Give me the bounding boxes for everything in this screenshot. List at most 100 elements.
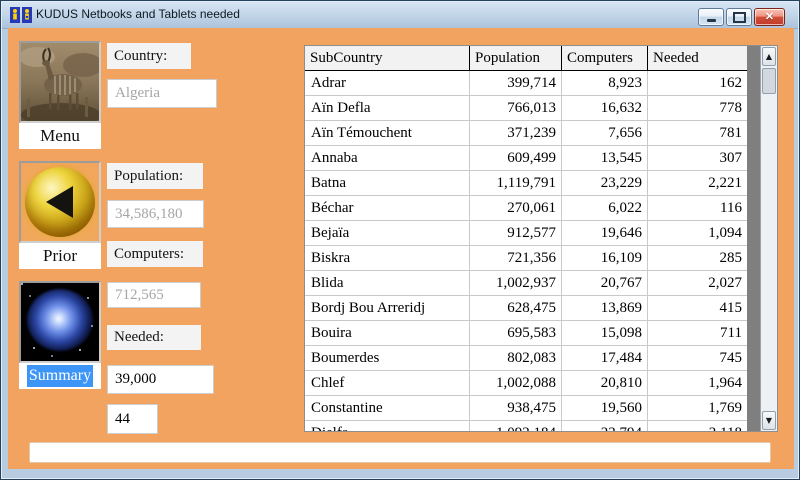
scrollbar-thumb[interactable] [762, 68, 776, 94]
menu-button[interactable]: Menu [19, 41, 101, 149]
table-row[interactable]: Bejaïa912,57719,6461,094 [305, 221, 748, 246]
country-field[interactable]: Algeria [107, 79, 217, 108]
table-row[interactable]: Djelfa1,092,18422,7942,118 [305, 421, 748, 431]
maximize-icon [733, 12, 746, 23]
minimize-icon [707, 19, 716, 22]
table-cell: 371,239 [470, 121, 562, 145]
table-row[interactable]: Aïn Defla766,01316,632778 [305, 96, 748, 121]
subcountry-count-field[interactable]: 44 [107, 404, 158, 434]
computers-label: Computers: [107, 241, 203, 267]
computers-field[interactable]: 712,565 [107, 282, 201, 308]
table-cell: 1,964 [648, 371, 748, 395]
subcountry-table[interactable]: SubCountry Population Computers Needed A… [304, 45, 778, 432]
back-arrow-icon [46, 186, 73, 218]
status-field[interactable] [29, 442, 771, 463]
back-orb-image [19, 161, 101, 243]
table-cell: 285 [648, 246, 748, 270]
client-area: Menu Prior Summary Country: Algeria Popu… [8, 28, 794, 469]
needed-field[interactable]: 39,000 [107, 365, 214, 394]
table-row[interactable]: Béchar270,0616,022116 [305, 196, 748, 221]
column-header-subcountry[interactable]: SubCountry [305, 46, 470, 70]
table-cell: 307 [648, 146, 748, 170]
table-row[interactable]: Batna1,119,79123,2292,221 [305, 171, 748, 196]
table-cell: 7,656 [562, 121, 648, 145]
table-cell: 13,869 [562, 296, 648, 320]
galaxy-image [19, 281, 101, 363]
table-row[interactable]: Bordj Bou Arreridj628,47513,869415 [305, 296, 748, 321]
column-header-computers[interactable]: Computers [562, 46, 648, 70]
table-cell: 415 [648, 296, 748, 320]
table-cell: 912,577 [470, 221, 562, 245]
table-cell: 13,545 [562, 146, 648, 170]
maximize-button[interactable] [726, 8, 752, 26]
table-cell: Boumerdes [305, 346, 470, 370]
table-cell: Annaba [305, 146, 470, 170]
table-cell: 2,221 [648, 171, 748, 195]
gold-orb-icon [25, 167, 95, 237]
table-row[interactable]: Constantine938,47519,5601,769 [305, 396, 748, 421]
summary-button-label-box: Summary [19, 363, 101, 389]
table-cell: 16,632 [562, 96, 648, 120]
table-row[interactable]: Boumerdes802,08317,484745 [305, 346, 748, 371]
table-cell: 8,923 [562, 71, 648, 95]
table-cell: 16,109 [562, 246, 648, 270]
table-cell: 1,119,791 [470, 171, 562, 195]
table-row[interactable]: Chlef1,002,08820,8101,964 [305, 371, 748, 396]
table-row[interactable]: Annaba609,49913,545307 [305, 146, 748, 171]
table-cell: Adrar [305, 71, 470, 95]
scroll-up-button[interactable]: ▲ [762, 47, 776, 66]
table-cell: 23,229 [562, 171, 648, 195]
close-icon: ✕ [765, 9, 774, 25]
table-row[interactable]: Aïn Témouchent371,2397,656781 [305, 121, 748, 146]
table-row[interactable]: Blida1,002,93720,7672,027 [305, 271, 748, 296]
table-cell: 1,092,184 [470, 421, 562, 431]
summary-button[interactable]: Summary [19, 281, 101, 389]
table-cell: 2,118 [648, 421, 748, 431]
menu-button-label: Menu [19, 123, 101, 149]
table-cell: 19,560 [562, 396, 648, 420]
minimize-button[interactable] [698, 8, 724, 26]
prior-button[interactable]: Prior [19, 161, 101, 269]
table-body: Adrar399,7148,923162Aïn Defla766,01316,6… [305, 71, 748, 431]
vertical-scrollbar[interactable]: ▲ ▼ [760, 46, 777, 431]
table-cell: 270,061 [470, 196, 562, 220]
table-cell: Bouira [305, 321, 470, 345]
table-cell: Aïn Defla [305, 96, 470, 120]
nebula-glow [27, 289, 93, 351]
table-cell: 116 [648, 196, 748, 220]
column-header-needed[interactable]: Needed [648, 46, 748, 70]
table-row[interactable]: Biskra721,35616,109285 [305, 246, 748, 271]
app-icon [10, 7, 32, 23]
table-cell: 781 [648, 121, 748, 145]
table-header-row: SubCountry Population Computers Needed [305, 46, 777, 71]
table-cell: 778 [648, 96, 748, 120]
summary-button-label: Summary [27, 365, 93, 387]
close-button[interactable]: ✕ [754, 8, 785, 26]
scroll-up-icon: ▲ [766, 52, 772, 61]
table-cell: 6,022 [562, 196, 648, 220]
table-cell: Bordj Bou Arreridj [305, 296, 470, 320]
table-row[interactable]: Adrar399,7148,923162 [305, 71, 748, 96]
table-cell: Constantine [305, 396, 470, 420]
table-cell: Béchar [305, 196, 470, 220]
title-bar[interactable]: KUDUS Netbooks and Tablets needed ✕ [2, 2, 798, 29]
table-cell: Batna [305, 171, 470, 195]
table-row[interactable]: Bouira695,58315,098711 [305, 321, 748, 346]
scroll-down-button[interactable]: ▼ [762, 411, 776, 430]
table-cell: 1,002,937 [470, 271, 562, 295]
app-window: KUDUS Netbooks and Tablets needed ✕ [0, 0, 800, 480]
country-label: Country: [107, 43, 191, 69]
table-cell: 766,013 [470, 96, 562, 120]
table-cell: 711 [648, 321, 748, 345]
column-header-population[interactable]: Population [470, 46, 562, 70]
needed-label: Needed: [107, 325, 201, 350]
table-cell: 15,098 [562, 321, 648, 345]
table-cell: 745 [648, 346, 748, 370]
table-cell: 17,484 [562, 346, 648, 370]
table-cell: 628,475 [470, 296, 562, 320]
table-cell: Blida [305, 271, 470, 295]
table-cell: 1,002,088 [470, 371, 562, 395]
population-label: Population: [107, 163, 203, 189]
population-field[interactable]: 34,586,180 [107, 200, 204, 228]
prior-button-label: Prior [19, 243, 101, 269]
